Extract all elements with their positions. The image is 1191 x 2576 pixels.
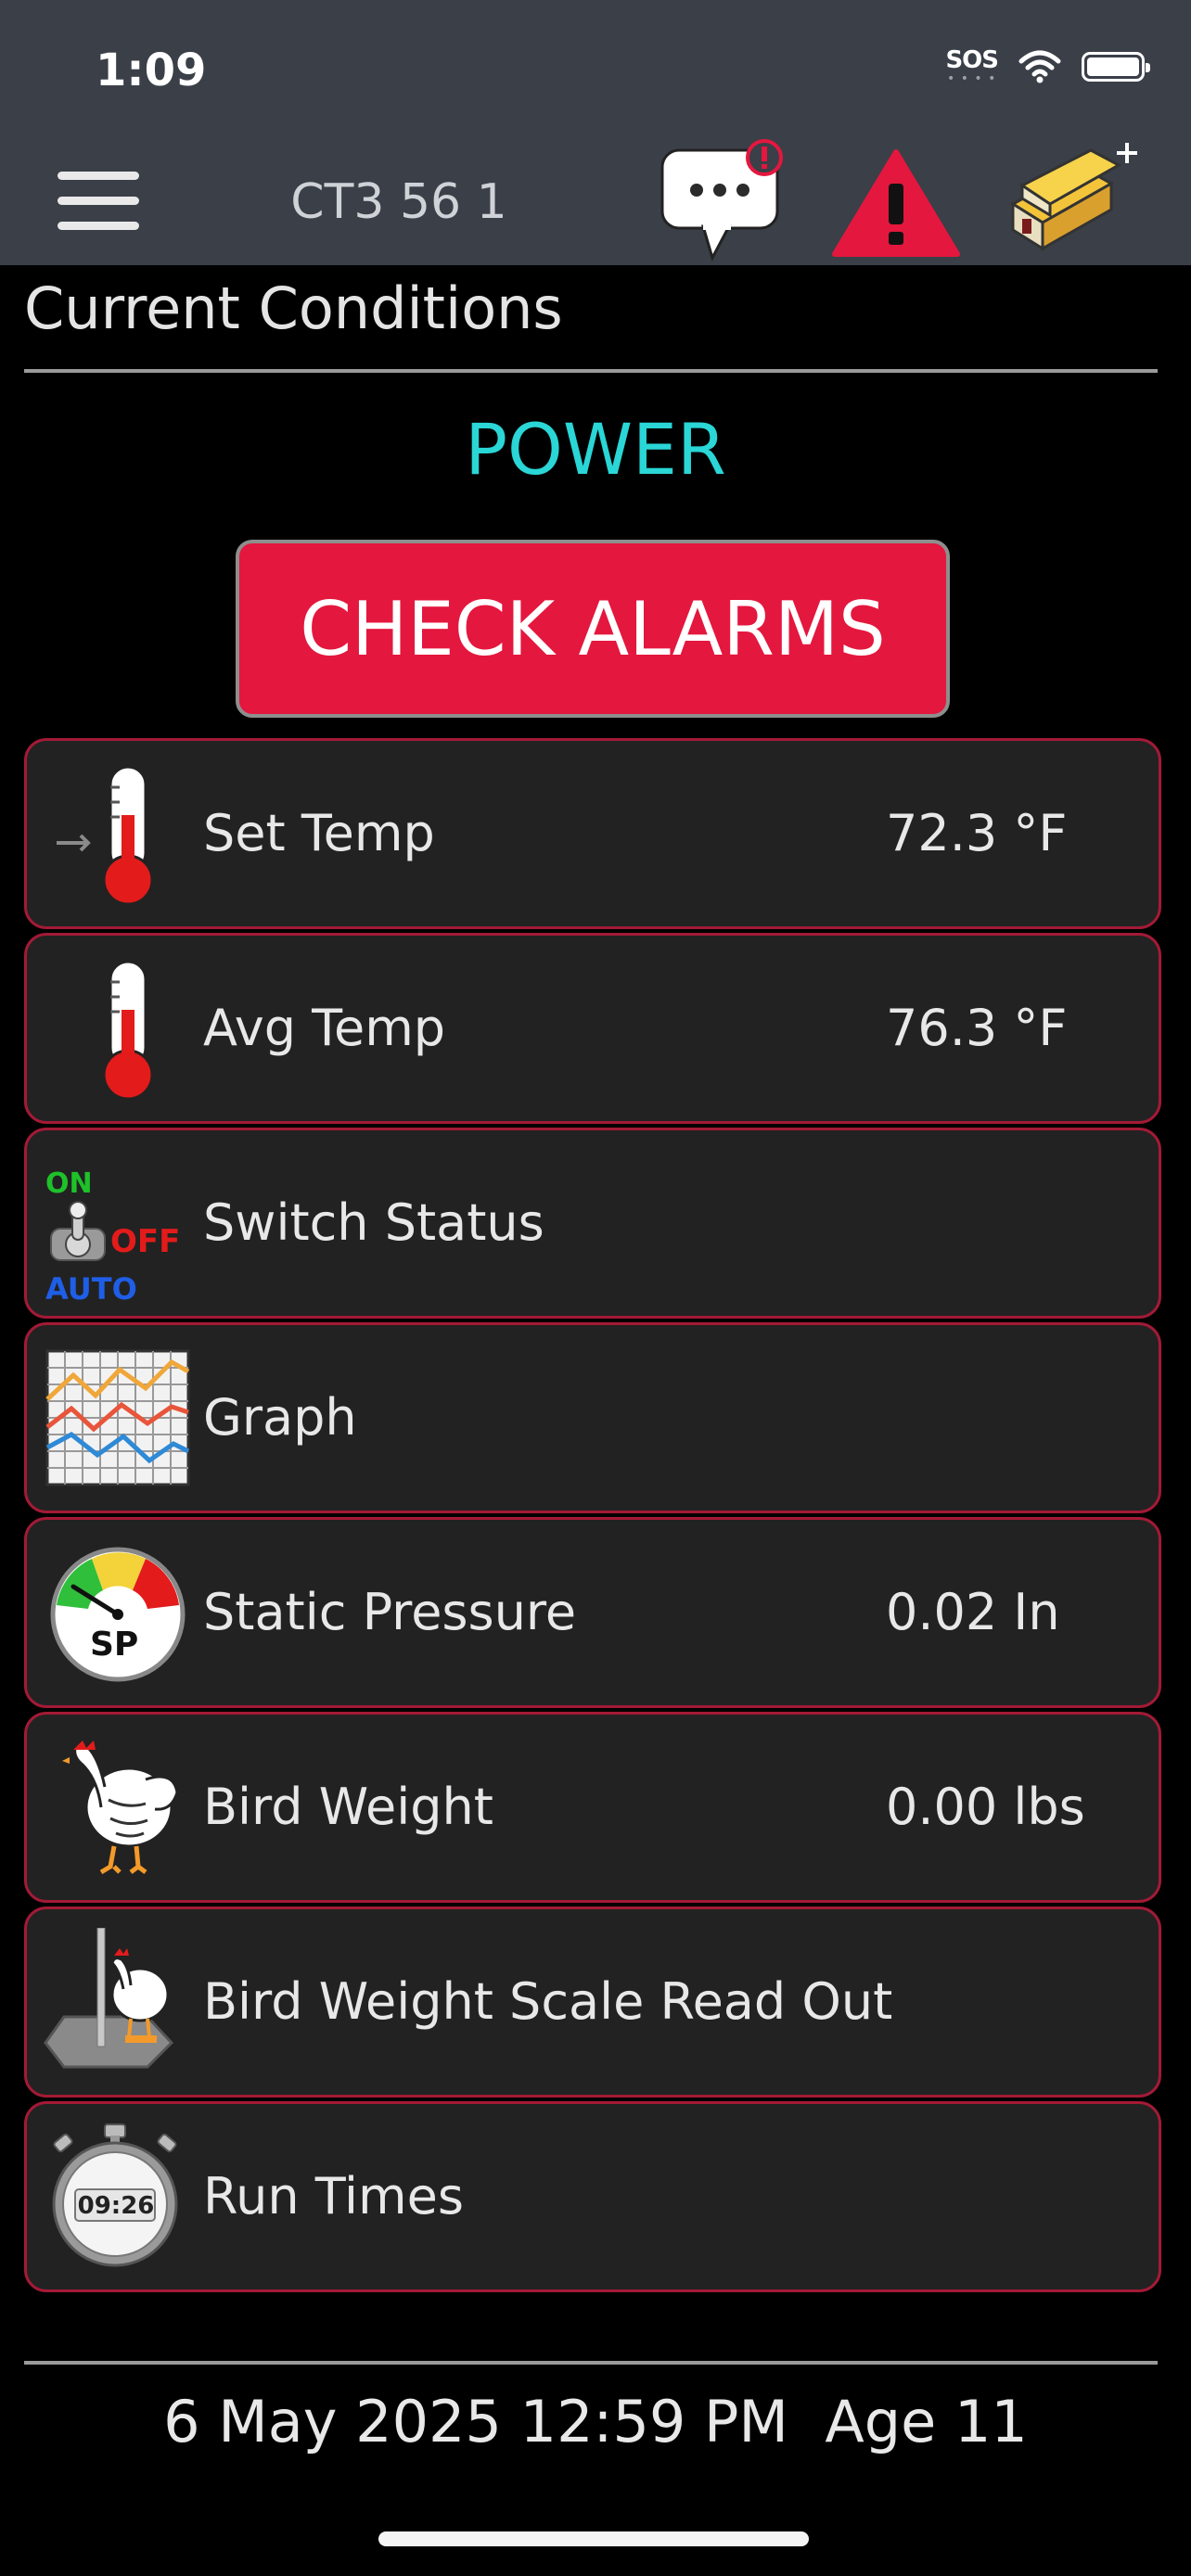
footer-divider: [24, 2361, 1158, 2365]
alarm-warning-button[interactable]: [831, 147, 961, 260]
device-title: CT3 56 1: [290, 174, 507, 230]
thermometer-set-icon: [57, 765, 154, 906]
notification-badge-icon: [746, 139, 783, 176]
toggle-knob-icon: [50, 1201, 106, 1261]
row-label: Set Temp: [203, 804, 435, 862]
row-label: Bird Weight: [203, 1778, 493, 1836]
sos-label: SOS: [945, 46, 999, 74]
switch-off-label: OFF: [110, 1223, 181, 1260]
switch-status-row[interactable]: ON OFF AUTO Switch Status: [24, 1128, 1161, 1319]
wifi-icon: [1018, 50, 1061, 83]
switch-on-label: ON: [45, 1167, 93, 1200]
avg-temp-row[interactable]: Avg Temp 76.3 °F: [24, 933, 1161, 1124]
check-alarms-button[interactable]: CHECK ALARMS: [236, 540, 950, 718]
bird-scale-icon: [44, 1928, 174, 2069]
row-label: Run Times: [203, 2167, 464, 2225]
warning-triangle-icon: [832, 149, 960, 257]
row-value: 72.3 °F: [886, 804, 1068, 862]
graph-icon: [45, 1349, 190, 1486]
footer-age: Age 11: [825, 2388, 1028, 2455]
gauge-label: SP: [90, 1626, 139, 1664]
poultry-house-icon: [1010, 148, 1122, 251]
stopwatch-time: 09:26: [77, 2192, 155, 2220]
home-indicator[interactable]: [378, 2531, 809, 2546]
chicken-icon: [62, 1741, 179, 1875]
row-label: Avg Temp: [203, 999, 446, 1057]
set-temp-row[interactable]: Set Temp 72.3 °F: [24, 738, 1161, 929]
row-label: Switch Status: [203, 1193, 544, 1252]
plus-icon: [1117, 143, 1137, 163]
messages-button[interactable]: [655, 137, 790, 265]
section-title: Current Conditions: [24, 274, 563, 342]
bird-weight-row[interactable]: Bird Weight 0.00 lbs: [24, 1712, 1161, 1903]
run-times-row[interactable]: 09:26 Run Times: [24, 2101, 1161, 2292]
menu-button[interactable]: [58, 172, 139, 230]
add-house-button[interactable]: [1002, 139, 1141, 264]
thermometer-icon: [102, 960, 154, 1101]
bird-scale-row[interactable]: Bird Weight Scale Read Out: [24, 1906, 1161, 2098]
signal-dots-icon: • • • •: [947, 71, 997, 86]
gauge-dial-icon: [50, 1547, 186, 1682]
row-label: Bird Weight Scale Read Out: [203, 1972, 893, 2031]
graph-row[interactable]: Graph: [24, 1322, 1161, 1513]
power-status: POWER: [465, 408, 726, 491]
stopwatch-icon: 09:26: [36, 2123, 194, 2271]
footer-date-time: 6 May 2025 12:59 PM: [163, 2388, 788, 2455]
row-label: Graph: [203, 1388, 357, 1447]
static-pressure-row[interactable]: SP Static Pressure 0.02 In: [24, 1517, 1161, 1708]
pressure-gauge-icon: SP: [36, 1538, 194, 1687]
sos-indicator: SOS • • • •: [945, 46, 999, 86]
switch-auto-label: AUTO: [45, 1271, 137, 1307]
battery-icon: [1082, 52, 1150, 82]
toggle-switch-icon: ON OFF AUTO: [36, 1149, 194, 1307]
menu-bar: [58, 222, 139, 230]
menu-bar: [58, 172, 139, 180]
menu-bar: [58, 197, 139, 205]
status-icons: SOS • • • •: [945, 46, 1150, 86]
row-value: 76.3 °F: [886, 999, 1068, 1057]
divider: [24, 369, 1158, 373]
footer-status: 6 May 2025 12:59 PM Age 11: [0, 2388, 1191, 2455]
row-value: 0.02 In: [886, 1583, 1060, 1641]
status-time: 1:09: [96, 45, 207, 96]
top-bar: 1:09 SOS • • • • CT3 56 1: [0, 0, 1191, 265]
row-value: 0.00 lbs: [886, 1778, 1085, 1836]
row-label: Static Pressure: [203, 1583, 577, 1641]
